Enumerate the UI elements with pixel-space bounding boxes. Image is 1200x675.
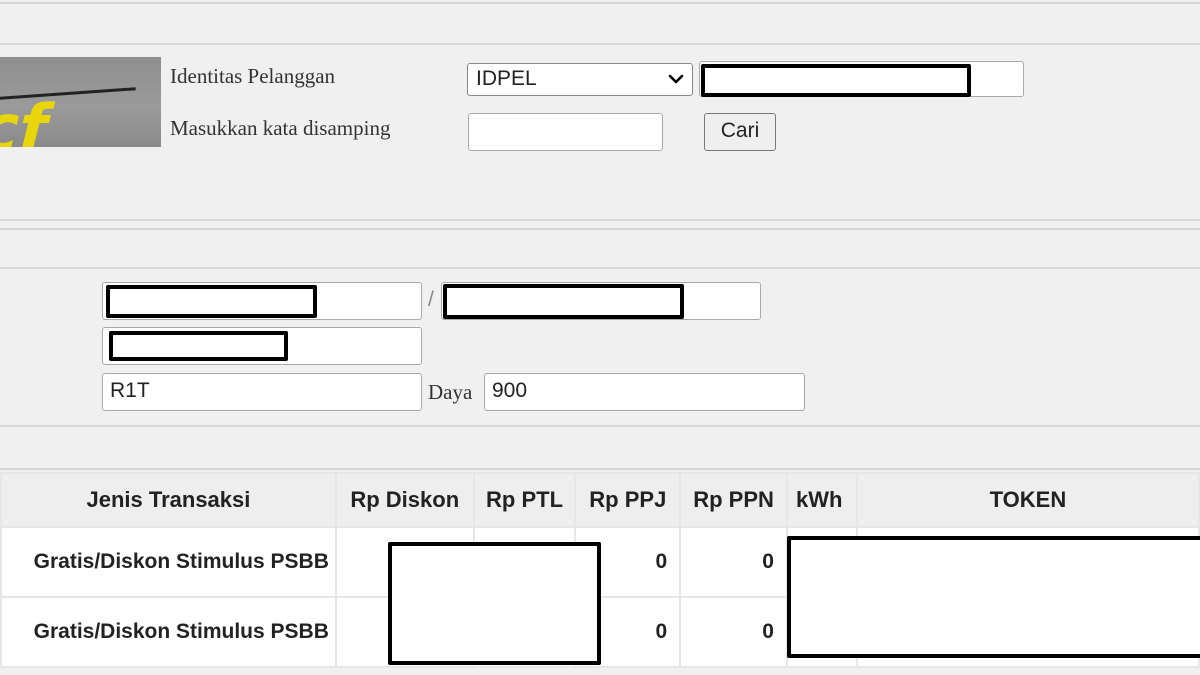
divider-customer-top (0, 228, 1200, 230)
captcha-label: Masukkan kata disamping (170, 116, 391, 140)
id-label: Identitas Pelanggan (170, 64, 336, 88)
redacted-field-3 (109, 331, 288, 361)
search-button[interactable]: Cari (704, 113, 776, 151)
id-type-select[interactable]: IDPEL (467, 63, 693, 96)
divider-search-top (0, 43, 1200, 45)
field-separator: / (428, 288, 434, 311)
id-type-selected: IDPEL (476, 67, 537, 90)
cell-ppn: 0 (679, 526, 788, 598)
captcha-text: cf (0, 92, 58, 147)
redacted-field-1 (106, 285, 317, 318)
col-token: TOKEN (855, 472, 1200, 528)
col-rp-ppj: Rp PPJ (574, 472, 682, 528)
daya-label: Daya (428, 380, 473, 404)
col-rp-diskon: Rp Diskon (334, 472, 475, 528)
divider-search-bottom (0, 219, 1200, 221)
tarif-field: R1T (102, 373, 422, 411)
cell-ppn: 0 (679, 596, 788, 668)
col-rp-ppn: Rp PPN (679, 472, 788, 528)
divider-customer-bottom (0, 425, 1200, 427)
col-jenis-transaksi: Jenis Transaksi (0, 472, 337, 528)
divider-table-top (0, 468, 1200, 470)
chevron-down-icon (668, 74, 684, 84)
divider-top (0, 2, 1200, 4)
col-rp-ptl: Rp PTL (472, 472, 577, 528)
redacted-field-2 (443, 284, 684, 319)
redacted-kwh-token (787, 536, 1200, 658)
divider-customer-mid (0, 267, 1200, 269)
cell-jenis: Gratis/Diskon Stimulus PSBB (0, 596, 337, 668)
captcha-input[interactable] (468, 113, 663, 151)
redacted-diskon-ptl (388, 542, 601, 665)
daya-field: 900 (484, 373, 805, 411)
captcha-image: cf (0, 57, 161, 147)
cell-jenis: Gratis/Diskon Stimulus PSBB (0, 526, 337, 598)
col-kwh: kWh (785, 472, 858, 528)
redacted-id-number (701, 64, 971, 97)
table-header-row: Jenis Transaksi Rp Diskon Rp PTL Rp PPJ … (0, 472, 1200, 528)
